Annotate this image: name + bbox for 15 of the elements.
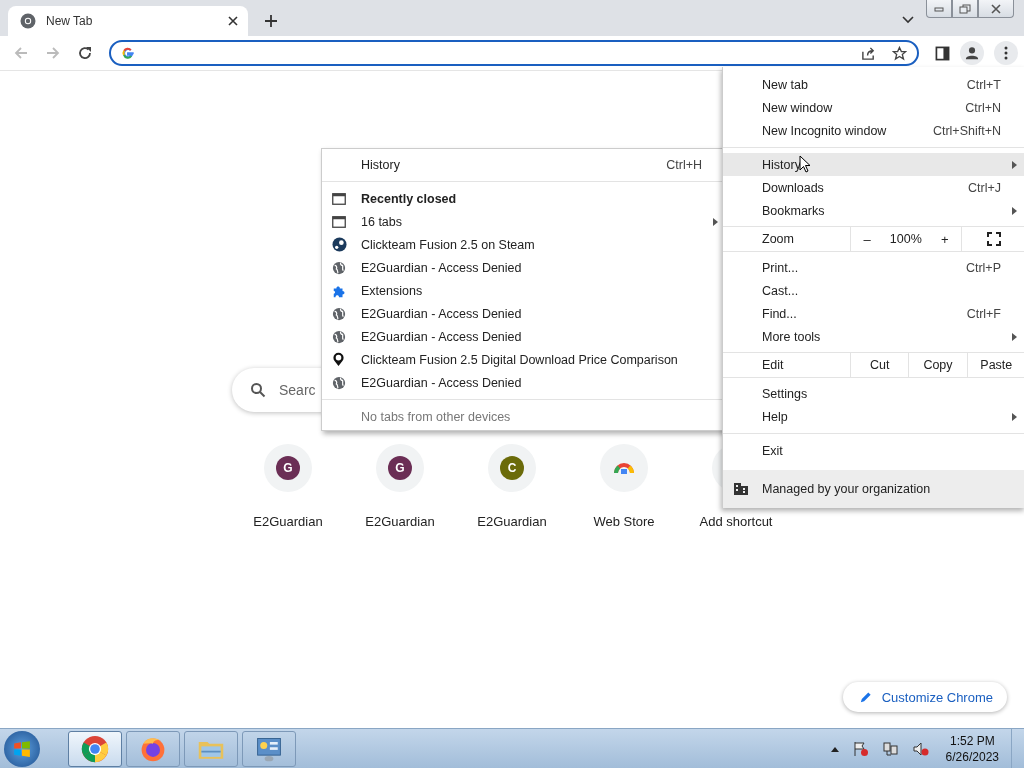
edit-label: Edit [761,357,785,374]
menu-note: No tabs from other devices [360,408,512,426]
zoom-label: Zoom [761,231,795,248]
shortcut-label: E2Guardian [365,514,435,529]
shortcut-label: Web Store [593,514,655,529]
tab-title: New Tab [46,14,94,28]
site-letter-icon: G [276,456,300,480]
zoom-level: 100% [889,232,922,246]
shortcut-label: E2Guardian [477,514,547,529]
site-letter-icon: C [500,456,524,480]
clock-time: 1:52 PM [949,732,995,749]
shortcut-label: E2Guardian [253,514,323,529]
shortcut-label: Add shortcut [699,514,773,529]
clock-date: 6/26/2023 [945,748,999,765]
site-letter-icon: G [388,456,412,480]
